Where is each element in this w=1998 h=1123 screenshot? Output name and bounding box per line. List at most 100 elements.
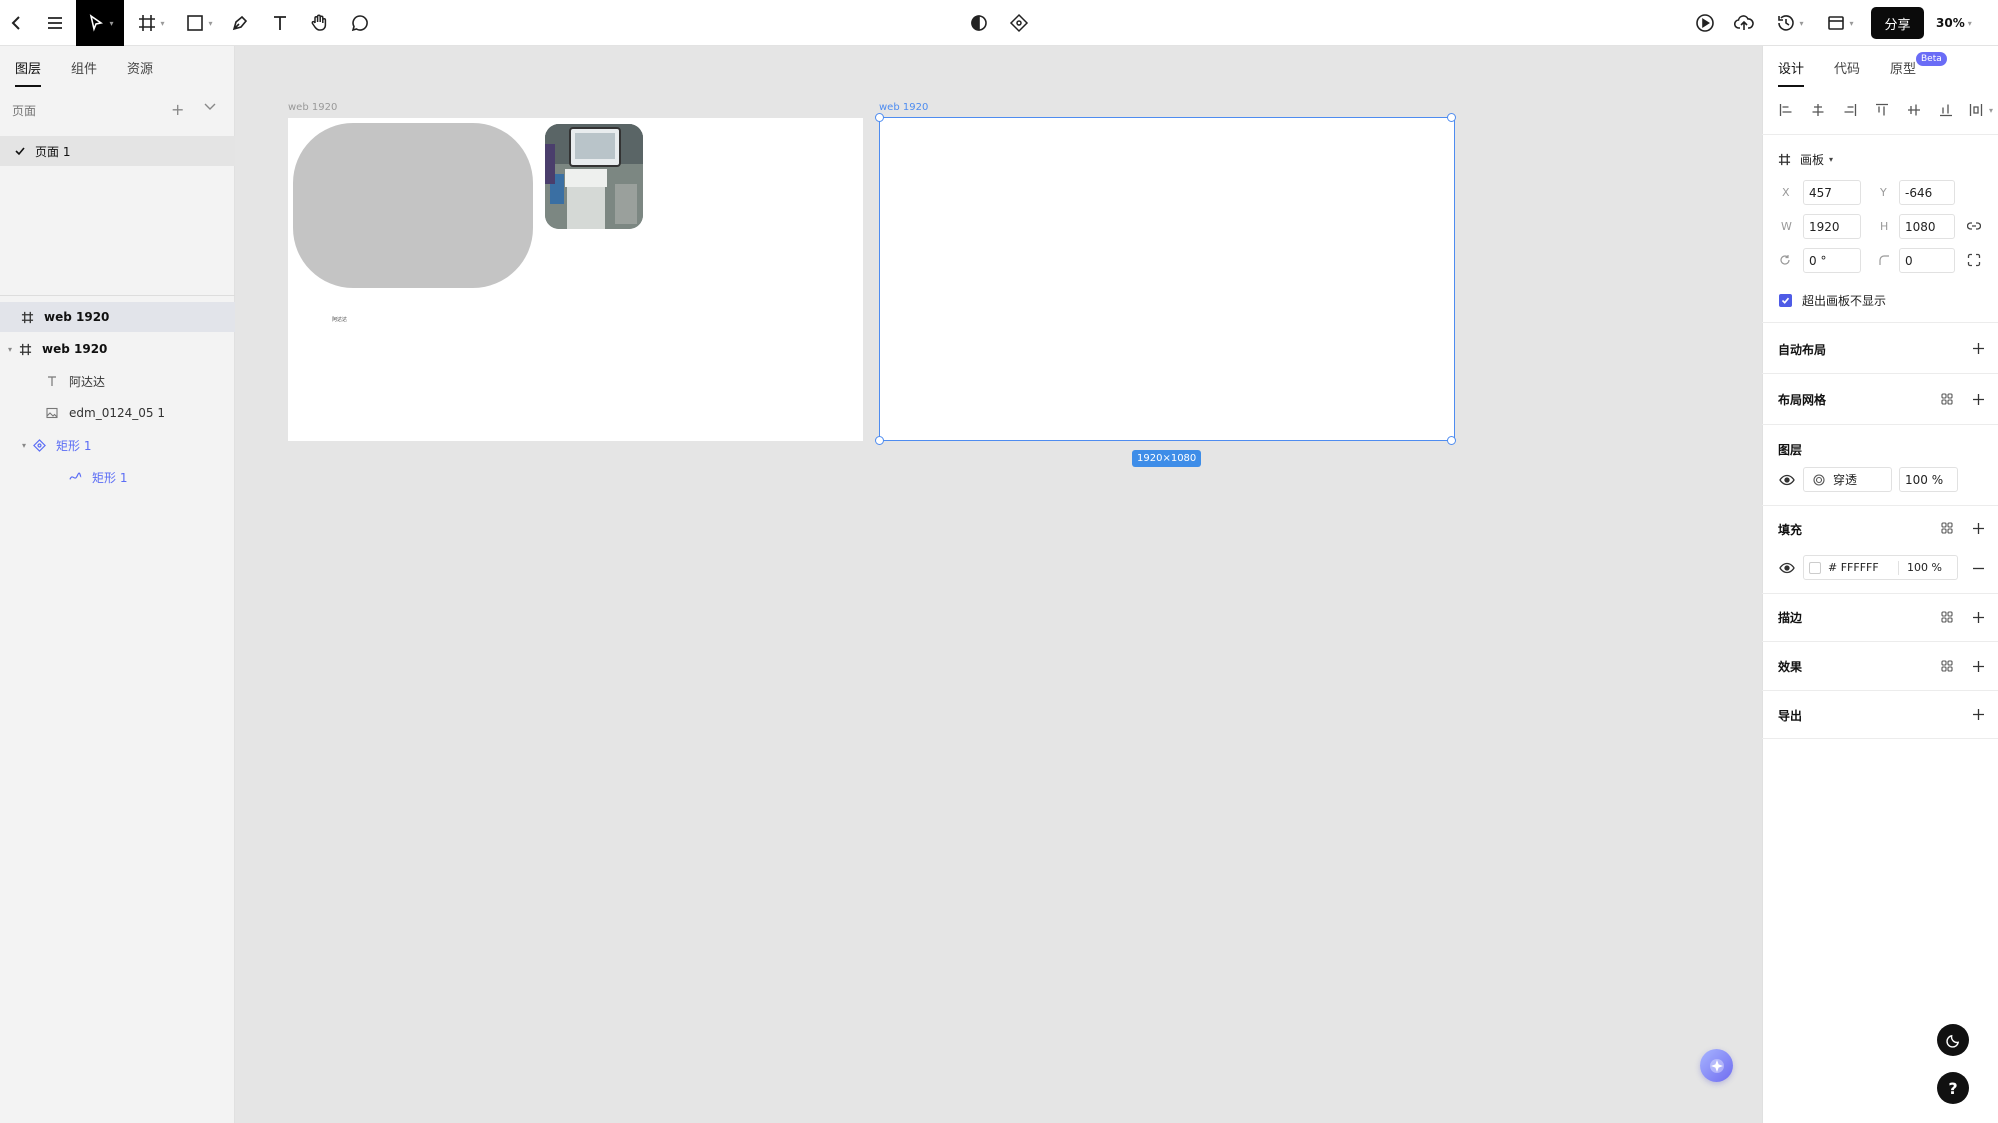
align-bottom-icon[interactable] xyxy=(1938,102,1954,118)
play-icon[interactable] xyxy=(1694,0,1716,46)
resize-handle[interactable] xyxy=(1447,436,1456,445)
clip-content-checkbox[interactable] xyxy=(1779,294,1792,307)
layer-item[interactable]: ▾ web 1920 xyxy=(0,334,235,364)
ai-assistant-button[interactable] xyxy=(1700,1049,1733,1082)
x-input[interactable]: 457 xyxy=(1803,180,1861,205)
divider xyxy=(1762,738,1998,739)
layer-opacity-input[interactable]: 100 % xyxy=(1899,467,1958,492)
upload-icon[interactable] xyxy=(1733,0,1755,46)
styles-icon[interactable] xyxy=(1940,659,1954,673)
align-right-icon[interactable] xyxy=(1842,102,1858,118)
back-icon[interactable] xyxy=(4,0,28,46)
height-input[interactable]: 1080 xyxy=(1899,214,1955,239)
tab-assets[interactable]: 资源 xyxy=(127,58,153,77)
divider xyxy=(1762,641,1998,642)
align-left-icon[interactable] xyxy=(1778,102,1794,118)
comment-tool-icon[interactable] xyxy=(348,0,372,46)
styles-icon[interactable] xyxy=(1940,392,1954,406)
fill-color-field[interactable]: # FFFFFF 100 % xyxy=(1803,555,1958,580)
tab-components[interactable]: 组件 xyxy=(71,58,97,77)
menu-icon[interactable] xyxy=(43,0,67,46)
clip-content-label[interactable]: 超出画板不显示 xyxy=(1802,292,1886,309)
width-input[interactable]: 1920 xyxy=(1803,214,1861,239)
dev-mode-icon[interactable] xyxy=(1008,0,1030,46)
tab-code[interactable]: 代码 xyxy=(1834,58,1860,77)
chevron-down-icon[interactable]: ▾ xyxy=(1989,106,1993,115)
constrain-proportions-icon[interactable] xyxy=(1966,218,1982,234)
rectangle-tool-button[interactable]: ▾ xyxy=(182,0,216,46)
check-icon xyxy=(1781,297,1790,304)
frame-label[interactable]: web 1920 xyxy=(288,102,337,113)
frame-type-select[interactable]: 画板 ▾ xyxy=(1778,150,1833,168)
page-item[interactable]: 页面 1 xyxy=(0,136,235,166)
frame-text[interactable]: 阿达达 xyxy=(332,316,347,323)
expand-caret-icon[interactable]: ▾ xyxy=(8,345,18,354)
styles-icon[interactable] xyxy=(1940,521,1954,535)
rounded-rectangle[interactable] xyxy=(293,123,533,288)
resize-handle[interactable] xyxy=(875,113,884,122)
pages-heading: 页面 xyxy=(12,104,37,118)
align-center-h-icon[interactable] xyxy=(1810,102,1826,118)
history-button[interactable]: ▾ xyxy=(1773,0,1807,46)
eye-icon[interactable] xyxy=(1779,472,1795,488)
contrast-icon[interactable] xyxy=(968,0,990,46)
moon-icon xyxy=(1945,1034,1959,1048)
y-input[interactable]: -646 xyxy=(1899,180,1955,205)
layer-label: web 1920 xyxy=(42,342,108,356)
frame-type-label: 画板 xyxy=(1800,152,1825,167)
vector-icon xyxy=(68,470,82,484)
theme-toggle-button[interactable] xyxy=(1937,1024,1969,1056)
pen-tool-icon[interactable] xyxy=(228,0,252,46)
divider xyxy=(1762,690,1998,691)
add-auto-layout-icon[interactable] xyxy=(1970,340,1986,356)
distribute-icon[interactable] xyxy=(1968,102,1984,118)
layer-item[interactable]: edm_0124_05 1 xyxy=(0,398,235,428)
remove-fill-icon[interactable] xyxy=(1970,560,1986,576)
fill-opacity-value[interactable]: 100 % xyxy=(1907,561,1942,574)
auto-layout-title: 自动布局 xyxy=(1778,343,1827,357)
chevron-down-icon[interactable] xyxy=(202,98,218,114)
eye-icon[interactable] xyxy=(1779,560,1795,576)
frame-tool-button[interactable]: ▾ xyxy=(134,0,168,46)
layer-item[interactable]: ▾ 矩形 1 xyxy=(0,430,235,460)
photo-image[interactable] xyxy=(545,124,643,229)
zoom-level[interactable]: 30% ▾ xyxy=(1936,0,1972,46)
text-tool-icon[interactable] xyxy=(268,0,292,46)
left-tabs: 图层 组件 资源 xyxy=(0,46,235,88)
layout-button[interactable]: ▾ xyxy=(1823,0,1857,46)
hand-tool-icon[interactable] xyxy=(307,0,331,46)
add-export-icon[interactable] xyxy=(1970,706,1986,722)
layer-item[interactable]: 阿达达 xyxy=(0,366,235,396)
add-stroke-icon[interactable] xyxy=(1970,609,1986,625)
expand-caret-icon[interactable]: ▾ xyxy=(22,441,32,450)
styles-icon[interactable] xyxy=(1940,610,1954,624)
add-page-icon[interactable]: + xyxy=(171,100,184,119)
selected-artboard-frame[interactable] xyxy=(879,117,1455,441)
divider xyxy=(1762,373,1998,374)
move-tool-button[interactable]: ▾ xyxy=(76,0,124,46)
blend-mode-select[interactable]: 穿透 xyxy=(1803,467,1892,492)
rotation-input[interactable]: 0 ° xyxy=(1803,248,1861,273)
tab-design[interactable]: 设计 xyxy=(1778,58,1805,87)
help-button[interactable]: ? xyxy=(1937,1072,1969,1104)
add-layout-grid-icon[interactable] xyxy=(1970,391,1986,407)
align-top-icon[interactable] xyxy=(1874,102,1890,118)
corner-radius-input[interactable]: 0 xyxy=(1899,248,1955,273)
resize-handle[interactable] xyxy=(875,436,884,445)
selected-frame-label[interactable]: web 1920 xyxy=(879,102,928,113)
color-swatch[interactable] xyxy=(1809,561,1821,574)
fill-hex-value[interactable]: # FFFFFF xyxy=(1828,561,1890,574)
layer-item[interactable]: web 1920 xyxy=(0,302,235,332)
layer-item[interactable]: 矩形 1 xyxy=(0,462,235,492)
y-label: Y xyxy=(1880,186,1887,199)
add-effect-icon[interactable] xyxy=(1970,658,1986,674)
share-button[interactable]: 分享 xyxy=(1871,7,1924,39)
resize-handle[interactable] xyxy=(1447,113,1456,122)
right-panel xyxy=(1762,46,1998,1123)
tab-layers[interactable]: 图层 xyxy=(15,58,42,87)
align-center-v-icon[interactable] xyxy=(1906,102,1922,118)
independent-corners-icon[interactable] xyxy=(1966,252,1982,268)
divider xyxy=(0,295,235,296)
tab-prototype[interactable]: 原型 xyxy=(1890,58,1916,77)
add-fill-icon[interactable] xyxy=(1970,520,1986,536)
